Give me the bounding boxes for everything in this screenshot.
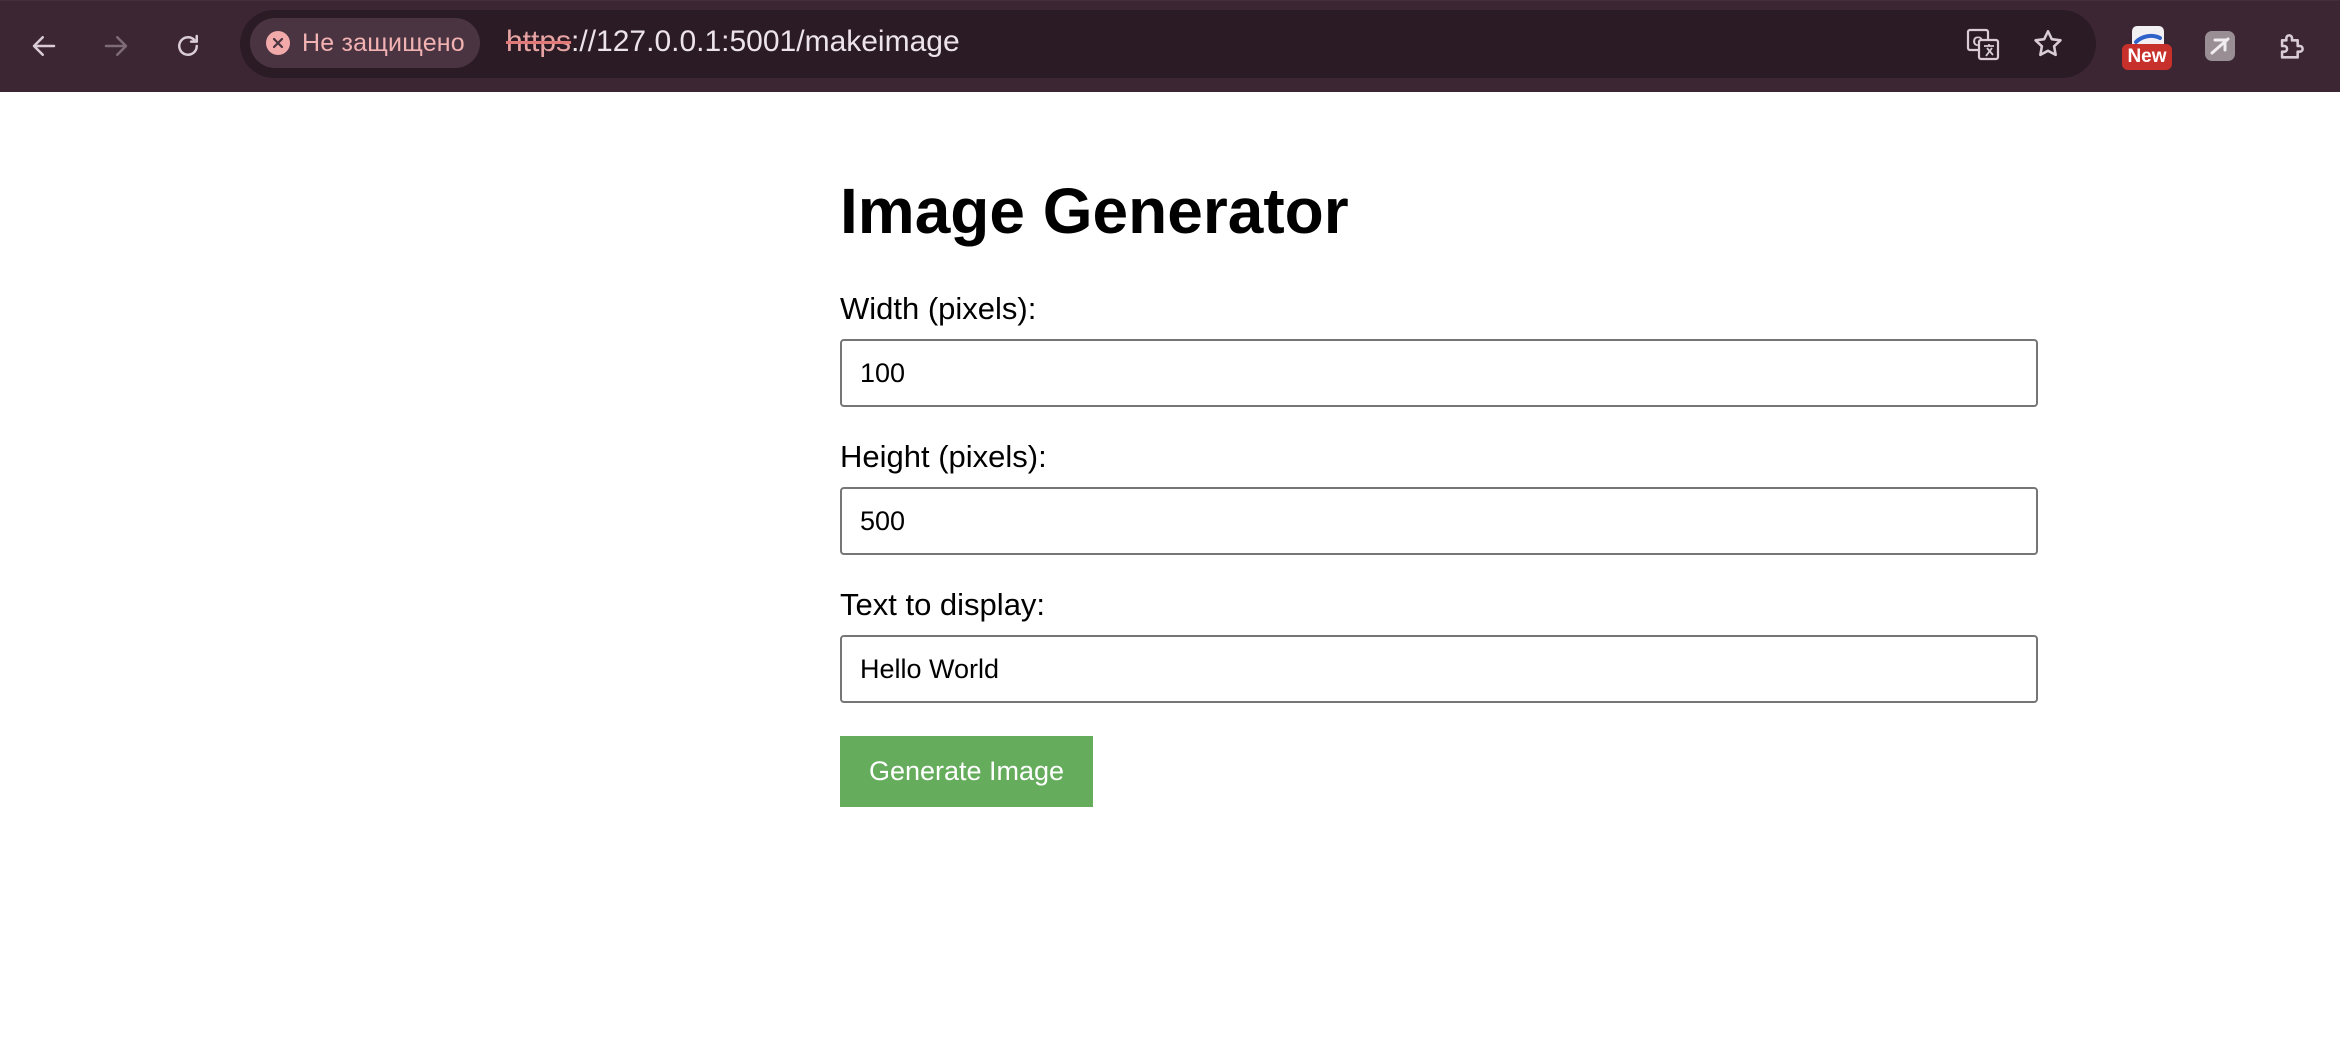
width-label: Width (pixels):	[840, 291, 1037, 326]
back-arrow-icon	[32, 36, 56, 56]
page-title: Image Generator	[840, 175, 1349, 247]
extension-button[interactable]	[2196, 22, 2244, 70]
extensions-menu-button[interactable]	[2268, 22, 2316, 70]
height-label: Height (pixels):	[840, 439, 1047, 474]
security-chip[interactable]: Не защищено	[250, 18, 480, 68]
security-label: Не защищено	[302, 28, 465, 57]
text-label: Text to display:	[840, 587, 1046, 622]
url-text[interactable]: https://127.0.0.1:5001/makeimage	[506, 25, 960, 59]
text-input[interactable]	[840, 635, 2038, 703]
width-input[interactable]	[840, 339, 2038, 407]
height-input[interactable]	[840, 487, 2038, 555]
not-secure-icon	[266, 31, 290, 55]
back-button[interactable]	[20, 22, 68, 70]
forward-arrow-icon	[104, 36, 128, 56]
translate-button[interactable]: G	[1963, 24, 2003, 64]
browser-toolbar: Не защищено https://127.0.0.1:5001/makei…	[0, 0, 2340, 92]
url-rest: ://127.0.0.1:5001/makeimage	[571, 25, 960, 58]
extension-badge: New	[2122, 44, 2172, 70]
reload-icon	[178, 34, 198, 56]
forward-button[interactable]	[92, 22, 140, 70]
url-scheme: https	[506, 25, 572, 58]
extension-icon	[2205, 31, 2235, 61]
translate-icon: G	[1966, 28, 2000, 61]
bookmark-button[interactable]	[2028, 24, 2068, 64]
address-bar[interactable]: Не защищено https://127.0.0.1:5001/makei…	[240, 10, 2096, 78]
reload-button[interactable]	[164, 22, 212, 70]
generate-image-button[interactable]: Generate Image	[840, 736, 1093, 807]
bookmark-star-icon	[2034, 29, 2062, 57]
puzzle-icon	[2280, 34, 2304, 59]
